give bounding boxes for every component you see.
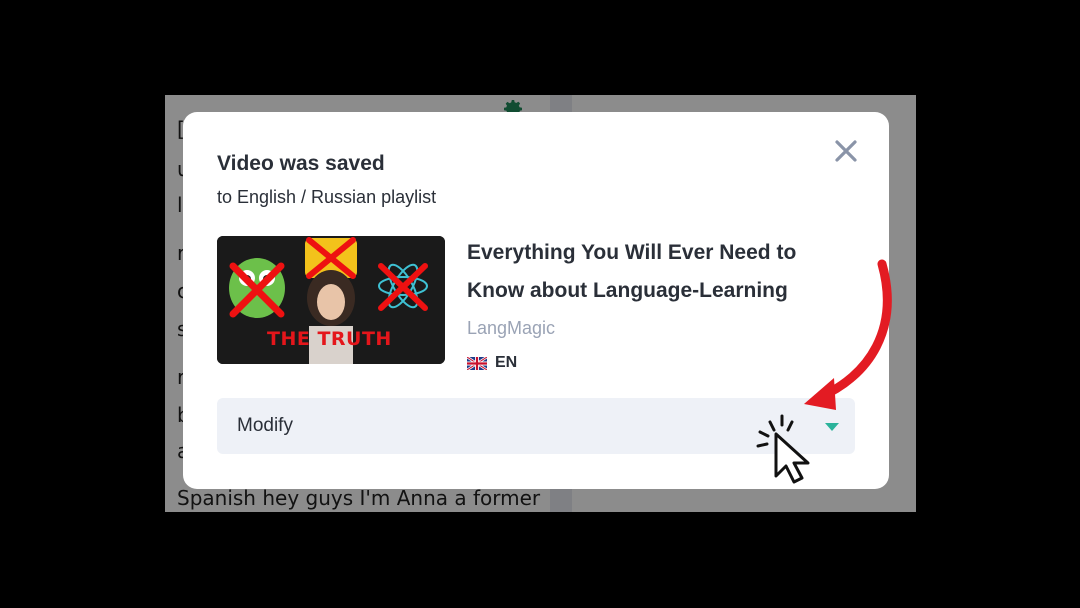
- annotation-arrow-icon: [804, 259, 892, 410]
- language-code: EN: [495, 354, 518, 371]
- modify-label: Modify: [237, 415, 293, 436]
- language-badge: EN: [467, 354, 517, 372]
- cursor-click-icon: [756, 414, 810, 484]
- video-thumbnail[interactable]: THE TRUTH: [217, 236, 445, 364]
- dialog-title: Video was saved: [217, 152, 385, 175]
- channel-name[interactable]: LangMagic: [467, 318, 555, 339]
- thumbnail-caption: THE TRUTH: [267, 328, 392, 350]
- close-icon[interactable]: [831, 136, 861, 166]
- dialog-subtitle: to English / Russian playlist: [217, 187, 437, 207]
- uk-flag-icon: [467, 356, 487, 370]
